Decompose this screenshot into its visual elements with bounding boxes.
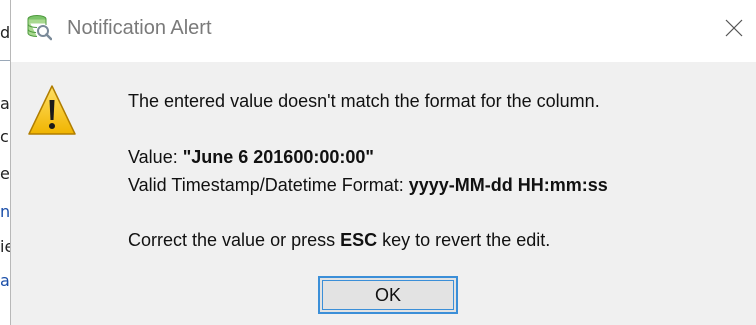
format-label: Valid Timestamp/Datetime Format:: [128, 175, 404, 195]
ok-button[interactable]: OK: [318, 276, 458, 314]
format-line: Valid Timestamp/Datetime Format: yyyy-MM…: [128, 175, 608, 196]
background-text-fragment: n: [0, 203, 10, 221]
message-text: The entered value doesn't match the form…: [128, 91, 600, 111]
value-label: Value:: [128, 147, 178, 167]
dialog-title: Notification Alert: [67, 17, 212, 39]
dialog-titlebar[interactable]: Notification Alert: [11, 0, 756, 62]
value-line: Value: "June 6 201600:00:00": [128, 147, 374, 168]
background-text-fragment: ie: [0, 238, 10, 256]
background-divider: [0, 60, 10, 61]
background-text-fragment: c: [0, 128, 9, 146]
warning-triangle-icon: [27, 80, 77, 140]
close-button[interactable]: [710, 0, 756, 60]
background-text-fragment: a: [0, 95, 10, 113]
background-text-fragment: e: [0, 165, 10, 183]
background-text-fragment: a: [0, 272, 10, 290]
background-text-fragment: d: [0, 24, 10, 42]
esc-key-label: ESC: [340, 230, 378, 250]
database-search-icon: [26, 14, 53, 42]
instruction-suffix: key to revert the edit.: [382, 230, 551, 250]
format-value: yyyy-MM-dd HH:mm:ss: [408, 175, 608, 195]
entered-value: "June 6 201600:00:00": [182, 147, 374, 167]
instruction-line: Correct the value or press ESC key to re…: [128, 230, 550, 251]
notification-alert-dialog: Notification Alert The entered value doe…: [11, 0, 756, 325]
close-icon: [725, 19, 743, 37]
instruction-prefix: Correct the value or press: [128, 230, 336, 250]
background-app-window: d a c e n ie a: [0, 0, 11, 325]
